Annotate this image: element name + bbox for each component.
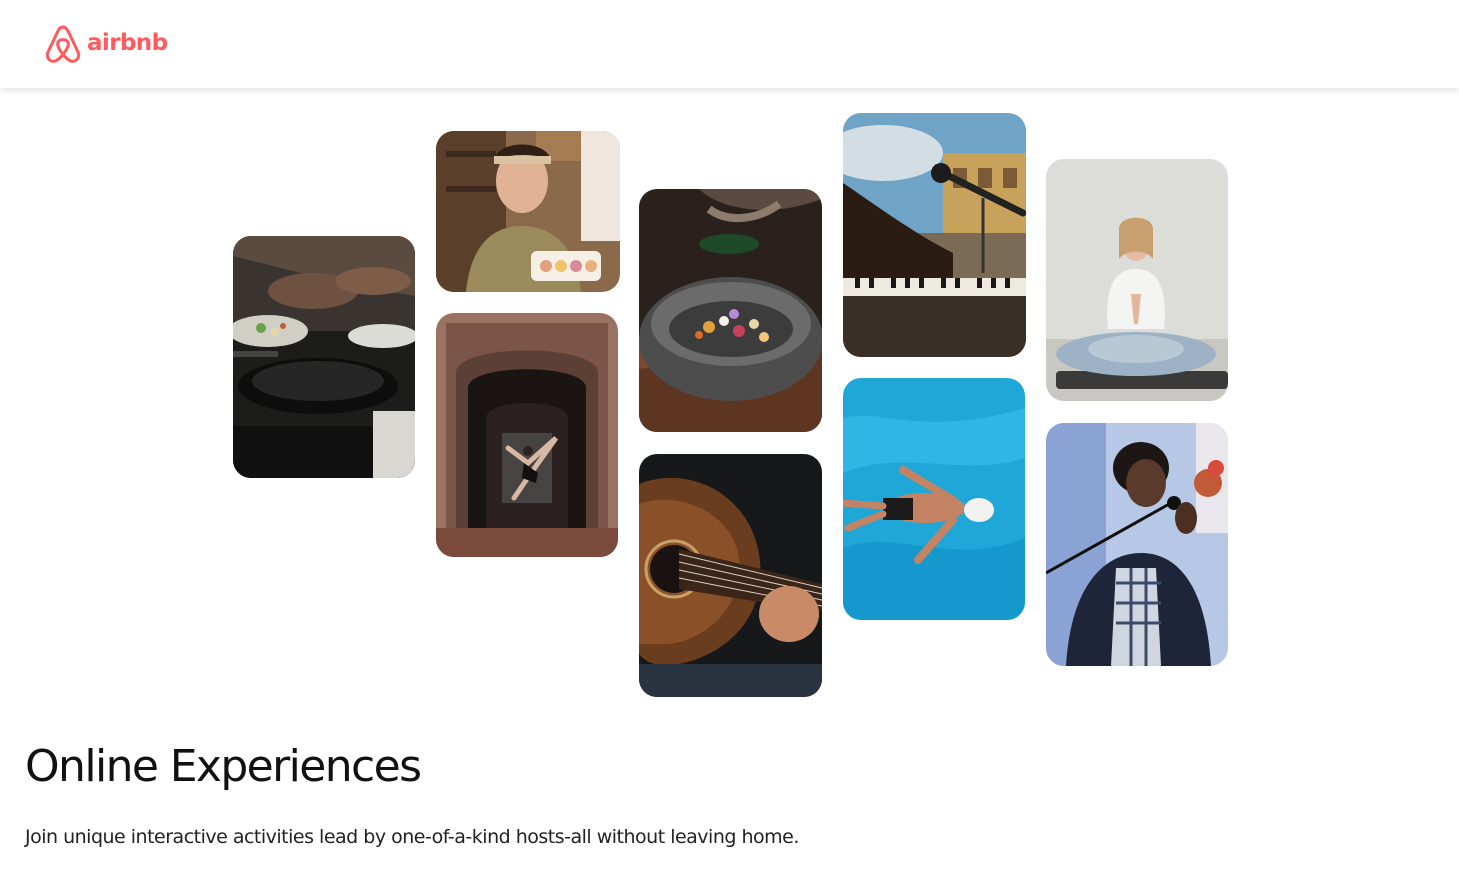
photo-tile-cooking — [233, 236, 415, 478]
navbar: airbnb — [0, 0, 1459, 88]
photo-tile-yoga — [1046, 159, 1228, 401]
airbnb-logo[interactable]: airbnb — [44, 24, 168, 64]
page-title: Online Experiences — [25, 741, 422, 792]
photo-tile-singer — [1046, 423, 1228, 666]
photo-tile-macarons — [436, 131, 620, 292]
page-subtitle: Join unique interactive activities lead … — [25, 826, 799, 848]
logo-wordmark: airbnb — [87, 30, 168, 56]
airbnb-belo-icon — [44, 24, 82, 64]
photo-tile-swimmer — [843, 378, 1025, 620]
photo-tile-dancer — [436, 313, 618, 557]
photo-tile-food-bowl — [639, 189, 822, 432]
photo-tile-piano — [843, 113, 1026, 357]
photo-tile-guitar — [639, 454, 822, 697]
